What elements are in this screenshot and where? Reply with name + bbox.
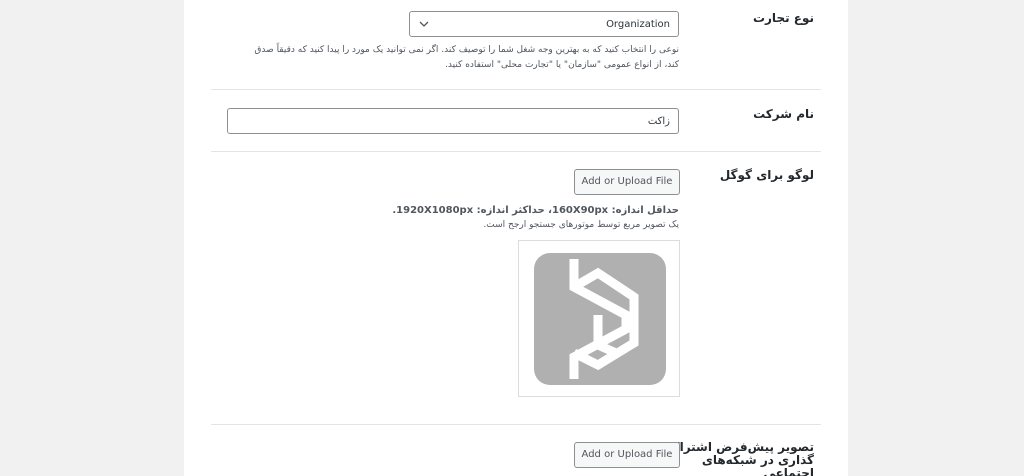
business-type-label: نوع تجارت xyxy=(752,11,814,25)
logo-size-note: حداقل اندازه: 160X90px، حداکثر اندازه: 1… xyxy=(392,205,679,216)
company-name-input[interactable] xyxy=(227,108,679,134)
social-image-label-line3: اجتماعی xyxy=(763,466,814,476)
chevron-down-icon xyxy=(419,21,429,27)
divider xyxy=(211,89,821,90)
business-type-value: Organization xyxy=(606,19,670,30)
logo-upload-button[interactable]: Add or Upload File xyxy=(574,169,680,195)
company-name-label: نام شرکت xyxy=(753,107,814,121)
social-image-label: تصویر پیش‌فرض اشتراک گذاری در شبکه‌های ا… xyxy=(667,441,814,476)
business-type-select[interactable]: Organization xyxy=(409,11,679,37)
social-image-upload-button[interactable]: Add or Upload File xyxy=(574,442,680,468)
divider xyxy=(211,151,821,152)
business-type-description-line1: نوعی را انتخاب کنید که به بهترین وجه شغل… xyxy=(254,45,679,55)
logo-preview[interactable] xyxy=(518,240,680,397)
logo-size-hint: یک تصویر مربع توسط موتورهای جستجو ارجح ا… xyxy=(483,220,679,230)
settings-panel: نوع تجارت Organization نوعی را انتخاب کن… xyxy=(184,0,848,476)
business-type-description-line2: کند، از انواع عمومی "سازمان" یا "تجارت م… xyxy=(445,60,679,70)
google-logo-label: لوگو برای گوگل xyxy=(719,168,814,182)
zakat-logo-icon xyxy=(534,253,666,385)
divider xyxy=(211,424,821,425)
